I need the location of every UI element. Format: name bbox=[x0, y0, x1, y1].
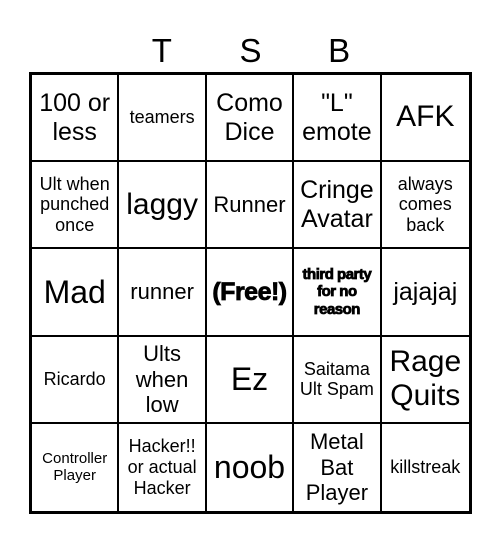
header-letter bbox=[29, 30, 118, 72]
bingo-cell-text: AFK bbox=[396, 100, 455, 134]
bingo-cell-text: jajajaj bbox=[393, 277, 458, 306]
bingo-cell[interactable]: laggy bbox=[119, 162, 207, 250]
bingo-cell[interactable]: Controller Player bbox=[32, 423, 120, 511]
bingo-cell-text: third party for no reason bbox=[302, 266, 372, 318]
bingo-cell-text: Controller Player bbox=[42, 450, 108, 485]
bingo-cell[interactable]: "L" emote bbox=[294, 75, 382, 163]
bingo-cell-text: Runner bbox=[213, 192, 286, 218]
header-letter-s: S bbox=[239, 32, 262, 69]
bingo-cell-text: (Free!) bbox=[212, 277, 288, 306]
bingo-cell[interactable]: third party for no reason bbox=[294, 249, 382, 337]
bingo-cell[interactable]: Runner bbox=[206, 162, 295, 250]
bingo-cell[interactable]: Como Dice bbox=[206, 75, 295, 163]
header-letter bbox=[383, 30, 472, 72]
bingo-cell-text: Como Dice bbox=[216, 88, 283, 146]
bingo-cell[interactable]: Ez bbox=[206, 336, 295, 424]
bingo-board: 100 or less teamers Como Dice "L" emote AFK U… bbox=[29, 72, 472, 514]
bingo-cell-text: 100 or less bbox=[39, 88, 111, 146]
bingo-header: T S B bbox=[29, 30, 472, 72]
bingo-cell[interactable]: noob bbox=[207, 423, 295, 511]
bingo-cell[interactable]: Metal Bat Player bbox=[294, 423, 382, 511]
bingo-cell[interactable]: Ults when low bbox=[119, 336, 207, 424]
bingo-cell[interactable]: Saitama Ult Spam bbox=[294, 336, 382, 424]
bingo-cell-text: noob bbox=[213, 448, 286, 485]
bingo-cell-text: runner bbox=[130, 279, 194, 305]
bingo-cell-text: Metal Bat Player bbox=[305, 429, 369, 506]
bingo-cell[interactable]: Ult when punched once bbox=[32, 162, 120, 250]
bingo-cell[interactable]: Cringe Avatar bbox=[294, 162, 382, 250]
bingo-cell-text: Hacker!! or actual Hacker bbox=[127, 436, 197, 498]
bingo-cell-text: Mad bbox=[43, 273, 106, 310]
bingo-cell-text: Ez bbox=[230, 360, 269, 397]
bingo-cell-text: teamers bbox=[129, 107, 195, 128]
bingo-cell[interactable]: jajajaj bbox=[381, 249, 469, 337]
bingo-cell[interactable]: runner bbox=[119, 249, 207, 337]
bingo-cell[interactable]: Mad bbox=[32, 249, 120, 337]
bingo-cell-text: Ult when punched once bbox=[39, 173, 110, 236]
bingo-cell-text: Ults when low bbox=[135, 341, 189, 417]
bingo-cell[interactable]: Ricardo bbox=[32, 336, 120, 424]
bingo-cell-text: Saitama Ult Spam bbox=[299, 358, 374, 400]
bingo-cell[interactable]: always comes back bbox=[381, 162, 469, 250]
bingo-cell-text: Cringe Avatar bbox=[300, 176, 374, 233]
bingo-cell-text: killstreak bbox=[390, 457, 461, 478]
bingo-cell[interactable]: AFK bbox=[381, 75, 469, 163]
bingo-cell[interactable]: Rage Quits bbox=[381, 337, 469, 424]
bingo-cell[interactable]: teamers bbox=[119, 75, 207, 163]
bingo-cell-text: always comes back bbox=[397, 173, 453, 236]
bingo-cell-text: "L" emote bbox=[302, 88, 372, 146]
bingo-cell-free[interactable]: (Free!) bbox=[206, 249, 295, 337]
bingo-cell-text: laggy bbox=[126, 187, 198, 221]
bingo-cell[interactable]: 100 or less bbox=[32, 75, 120, 163]
header-letter-b: B bbox=[328, 32, 351, 69]
bingo-cell[interactable]: killstreak bbox=[382, 424, 469, 511]
bingo-cell-text: Ricardo bbox=[43, 368, 106, 389]
header-letter-t: T bbox=[151, 32, 172, 69]
bingo-cell[interactable]: Hacker!! or actual Hacker bbox=[119, 423, 207, 511]
bingo-cell-text: Rage Quits bbox=[389, 344, 462, 413]
